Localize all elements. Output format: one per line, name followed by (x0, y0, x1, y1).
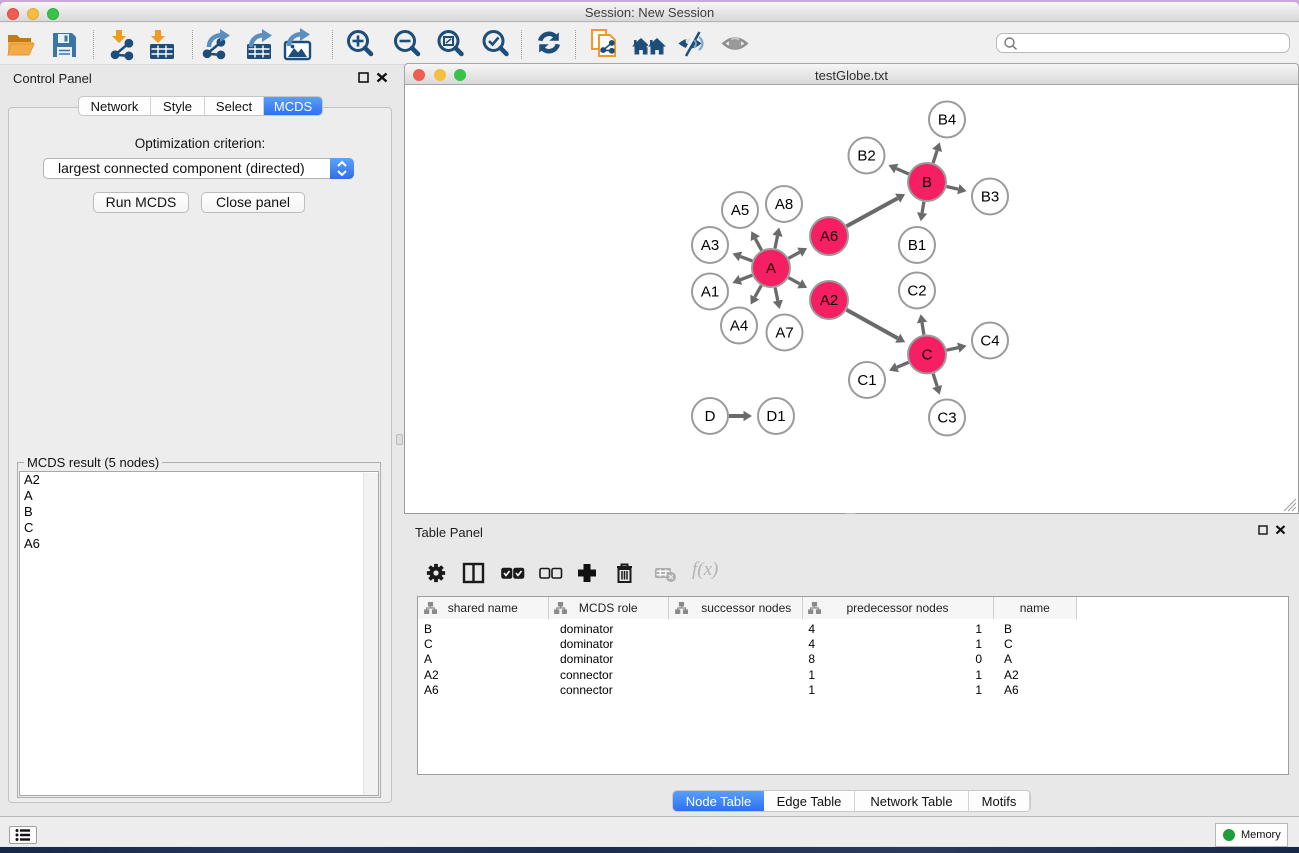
svg-text:A: A (766, 260, 776, 277)
svg-text:B4: B4 (938, 112, 956, 129)
svg-text:A8: A8 (775, 196, 793, 213)
svg-text:B2: B2 (857, 148, 875, 165)
svg-text:D: D (705, 408, 716, 425)
svg-text:A3: A3 (701, 237, 719, 254)
svg-text:B: B (922, 174, 932, 191)
svg-text:D1: D1 (766, 408, 785, 425)
svg-text:B3: B3 (981, 189, 999, 206)
svg-text:B1: B1 (908, 237, 926, 254)
svg-text:A6: A6 (820, 228, 838, 245)
svg-text:C3: C3 (937, 410, 956, 427)
svg-text:A2: A2 (820, 292, 838, 309)
svg-text:C1: C1 (857, 372, 876, 389)
svg-text:C4: C4 (980, 333, 999, 350)
svg-text:A1: A1 (701, 284, 719, 301)
svg-text:A7: A7 (775, 325, 793, 342)
svg-text:A4: A4 (730, 318, 748, 335)
svg-text:C: C (922, 347, 933, 364)
svg-text:C2: C2 (907, 283, 926, 300)
svg-text:A5: A5 (731, 202, 749, 219)
